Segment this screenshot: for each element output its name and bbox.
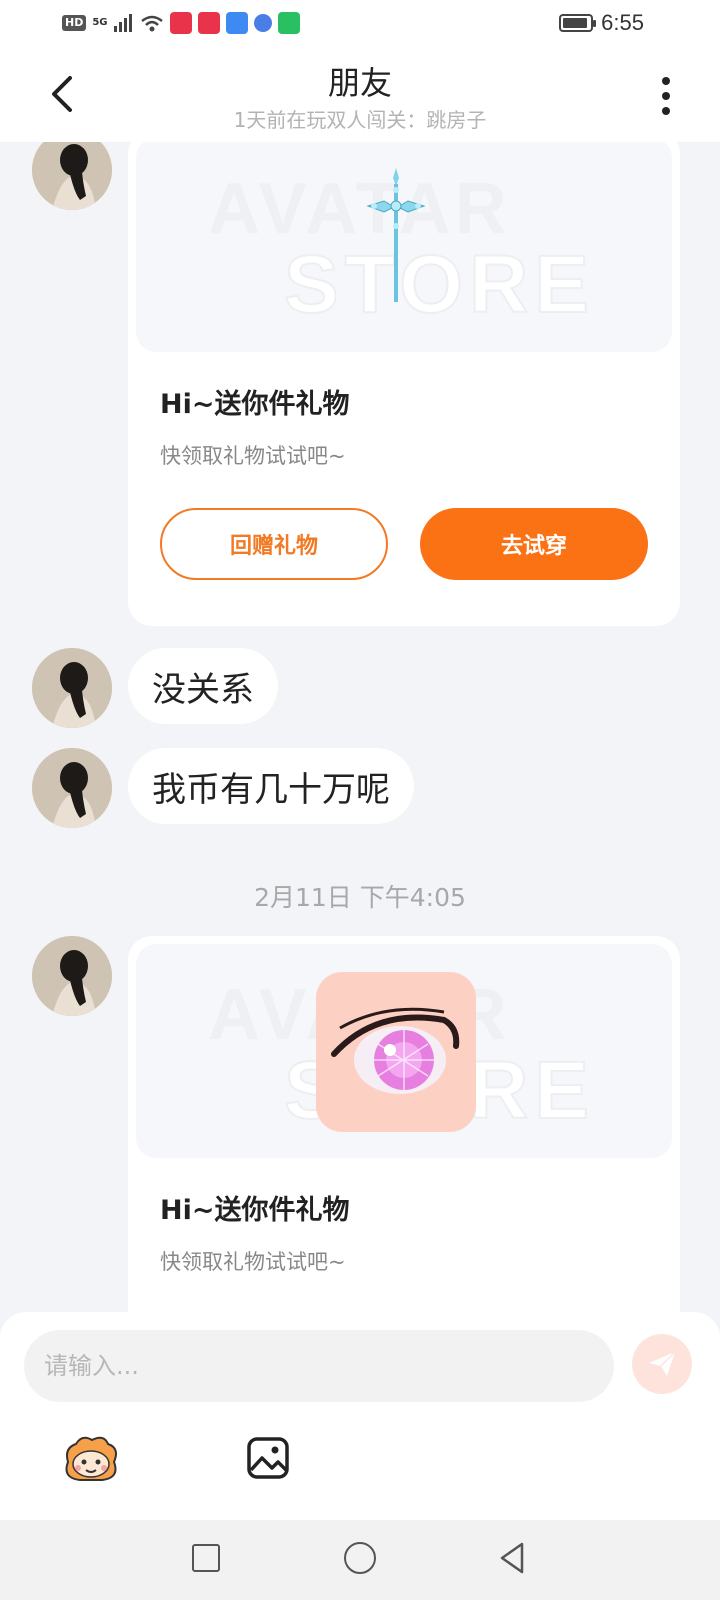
gift-title: Hi~送你件礼物 [160, 389, 350, 420]
send-icon [649, 1351, 676, 1376]
watermark-store: STORE [283, 238, 595, 331]
battery-icon [559, 14, 597, 32]
app-notification-icon [169, 12, 192, 34]
image-icon[interactable] [246, 1436, 290, 1480]
return-gift-button[interactable]: 回赠礼物 [160, 508, 388, 580]
eye-item-icon [316, 972, 476, 1132]
network-label: 5G [92, 17, 108, 28]
hd-badge: HD [62, 15, 87, 31]
gift-preview: AVATAR STORE [136, 944, 672, 1158]
message-timestamp: 2月11日 下午4:05 [254, 883, 466, 912]
send-button[interactable] [632, 1334, 692, 1394]
friend-avatar[interactable] [32, 142, 112, 210]
app-notification-icon [197, 12, 220, 34]
status-right: 6:55 [559, 10, 644, 36]
message-input[interactable] [24, 1330, 614, 1402]
friend-avatar[interactable] [32, 936, 112, 1016]
gift-title: Hi~送你件礼物 [160, 1195, 350, 1226]
signal-icon [113, 14, 132, 32]
input-panel [0, 1312, 720, 1520]
more-vertical-icon[interactable] [656, 76, 676, 116]
friend-avatar[interactable] [32, 648, 112, 728]
message-bubble[interactable]: 我币有几十万呢 [128, 748, 414, 824]
try-on-button[interactable]: 去试穿 [420, 508, 648, 580]
message-bubble[interactable]: 没关系 [128, 648, 278, 724]
gift-message-card[interactable]: AVATAR STORE Hi~送你件礼物 快领取礼物试试吧~ 回赠礼物 去试穿 [128, 142, 680, 626]
recents-button[interactable] [192, 1544, 220, 1572]
status-left: HD 5G [62, 12, 300, 34]
clock: 6:55 [601, 10, 644, 35]
friend-avatar[interactable] [32, 748, 112, 828]
gift-preview: AVATAR STORE [136, 142, 672, 352]
chat-header: 朋友 1天前在玩双人闯关：跳房子 [0, 48, 720, 142]
gift-description: 快领取礼物试试吧~ [160, 1250, 346, 1274]
store-notification-icon [225, 12, 248, 34]
wifi-icon [140, 15, 163, 32]
crystal-sword-item-icon [366, 168, 426, 302]
system-nav-bar [0, 1520, 720, 1600]
nav-back-icon[interactable] [496, 1540, 528, 1576]
emoji-mascot-icon[interactable] [62, 1434, 120, 1484]
gift-description: 快领取礼物试试吧~ [160, 444, 346, 468]
video-notification-icon [277, 12, 300, 34]
home-button[interactable] [344, 1542, 376, 1574]
page-title: 朋友 [327, 64, 392, 102]
gift-message-card[interactable]: AVATAR STORE Hi~送你件礼物 快领取礼物试试吧~ [128, 936, 680, 1312]
status-bar: HD 5G 6:55 [0, 0, 720, 48]
friend-activity-status: 1天前在玩双人闯关：跳房子 [233, 108, 487, 132]
browser-notification-icon [253, 14, 272, 32]
message-list[interactable]: AVATAR STORE Hi~送你件礼物 快领取礼物试试吧~ 回赠礼物 去试穿… [0, 142, 720, 1312]
